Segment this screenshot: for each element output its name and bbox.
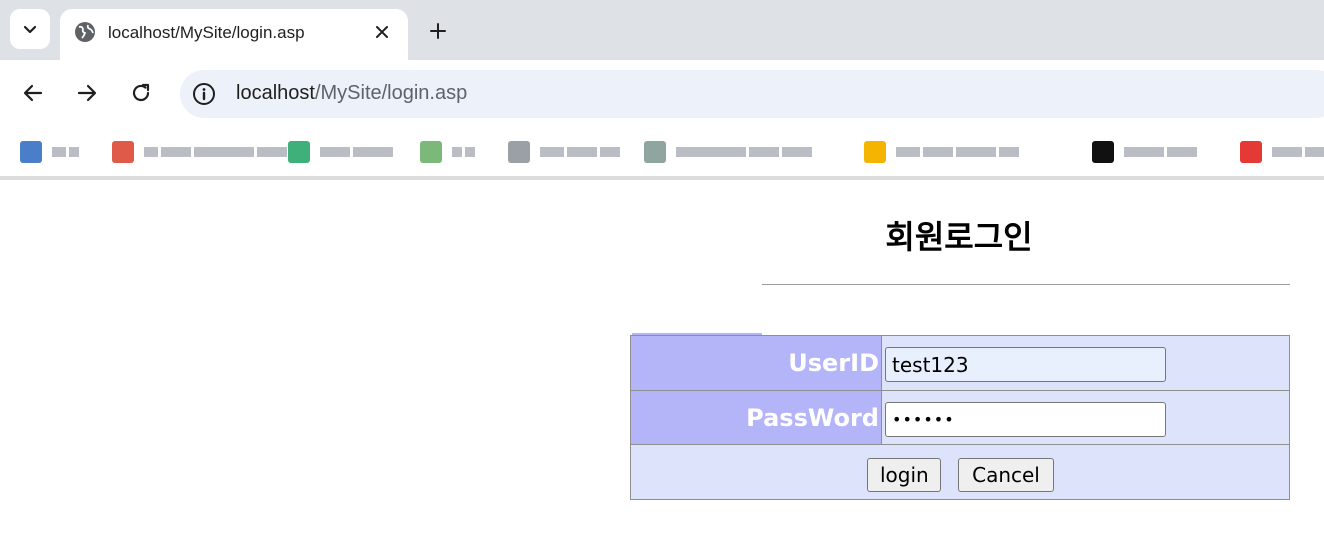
login-button[interactable]: login (867, 458, 941, 492)
button-row: login Cancel (631, 445, 1289, 499)
bookmark-item[interactable] (1240, 137, 1324, 167)
bookmark-label (52, 145, 79, 159)
bookmark-item[interactable] (508, 137, 620, 167)
password-input[interactable] (885, 402, 1166, 437)
tab-title: localhost/MySite/login.asp (108, 23, 305, 42)
bookmark-item[interactable] (1092, 137, 1197, 167)
close-tab-button[interactable] (370, 20, 394, 44)
userid-cell (883, 336, 1289, 390)
new-tab-button[interactable] (424, 17, 452, 45)
plus-icon (430, 23, 446, 39)
bookmark-item[interactable] (864, 137, 1019, 167)
bookmark-label (144, 145, 287, 159)
userid-input[interactable] (885, 347, 1166, 382)
bookmark-item[interactable] (420, 137, 475, 167)
login-form-table: UserID PassWord login Cancel (630, 335, 1290, 500)
bookmark-favicon-icon (1240, 141, 1262, 163)
tab-strip: localhost/MySite/login.asp (0, 0, 1324, 61)
url-text[interactable]: localhost/MySite/login.asp (236, 82, 467, 105)
back-button[interactable] (18, 78, 48, 108)
bookmark-favicon-icon (864, 141, 886, 163)
address-bar[interactable]: localhost/MySite/login.asp (180, 70, 1324, 118)
password-cell (883, 391, 1289, 444)
bookmark-label (1272, 145, 1324, 159)
bookmark-item[interactable] (112, 137, 287, 167)
bookmarks-bar (0, 128, 1324, 176)
bookmark-favicon-icon (1092, 141, 1114, 163)
globe-icon (75, 22, 95, 42)
close-icon (376, 26, 388, 38)
bookmark-label (452, 145, 475, 159)
bookmark-label (1124, 145, 1197, 159)
bookmark-favicon-icon (644, 141, 666, 163)
forward-button[interactable] (72, 78, 102, 108)
userid-row: UserID (631, 336, 1289, 391)
chevron-down-icon (23, 25, 37, 34)
bookmark-favicon-icon (420, 141, 442, 163)
reload-button[interactable] (126, 78, 156, 108)
bookmark-favicon-icon (288, 141, 310, 163)
bookmark-item[interactable] (20, 137, 79, 167)
bookmark-favicon-icon (112, 141, 134, 163)
page-title: 회원로그인 (885, 218, 1033, 256)
browser-toolbar: localhost/MySite/login.asp (0, 60, 1324, 128)
url-path: /MySite/login.asp (314, 82, 468, 104)
bookmark-label (320, 145, 393, 159)
bookmark-label (540, 145, 620, 159)
bookmark-label (676, 145, 812, 159)
url-host: localhost (236, 82, 315, 104)
bookmark-favicon-icon (508, 141, 530, 163)
info-icon[interactable] (192, 82, 216, 106)
chrome-divider (0, 176, 1324, 180)
password-row: PassWord (631, 391, 1289, 445)
tab-search-button[interactable] (10, 9, 50, 49)
bookmark-favicon-icon (20, 141, 42, 163)
userid-label: UserID (631, 336, 882, 390)
divider-line (762, 284, 1290, 285)
arrow-right-icon (77, 84, 97, 102)
bookmark-item[interactable] (288, 137, 393, 167)
arrow-left-icon (23, 84, 43, 102)
cancel-button[interactable]: Cancel (958, 458, 1054, 492)
bookmark-label (896, 145, 1019, 159)
active-tab[interactable]: localhost/MySite/login.asp (60, 9, 408, 61)
bookmark-item[interactable] (644, 137, 812, 167)
password-label: PassWord (631, 391, 882, 444)
reload-icon (132, 83, 150, 102)
